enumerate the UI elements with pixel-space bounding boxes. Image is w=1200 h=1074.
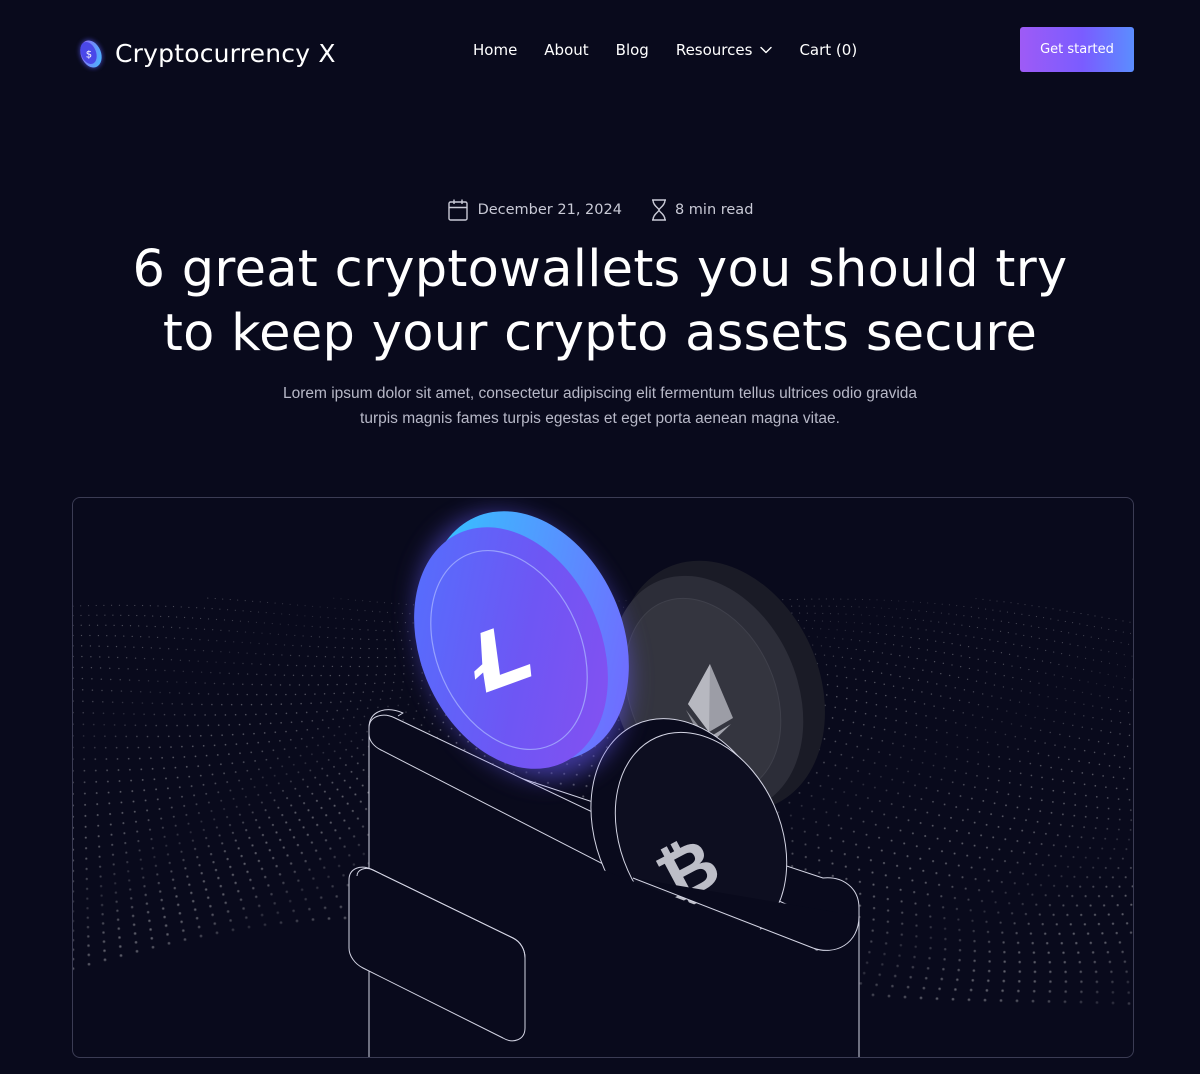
article-meta: December 21, 2024 8 min read xyxy=(0,198,1200,222)
nav-cart[interactable]: Cart (0) xyxy=(799,39,857,61)
site-header: $ Cryptocurrency X Home About Blog Resou… xyxy=(0,0,1200,100)
hourglass-icon xyxy=(651,199,666,221)
hero-image: ₿ xyxy=(72,497,1134,1058)
brand-name: Cryptocurrency X xyxy=(115,38,336,68)
main-nav: Home About Blog Resources Cart (0) xyxy=(473,39,857,61)
nav-resources[interactable]: Resources xyxy=(676,39,773,61)
coin-dollar-icon: $ xyxy=(79,39,103,69)
nav-home[interactable]: Home xyxy=(473,39,517,61)
article-date-text: December 21, 2024 xyxy=(477,202,622,218)
crypto-wallet-illustration: ₿ xyxy=(73,511,1133,1057)
nav-about[interactable]: About xyxy=(544,39,588,61)
nav-resources-label: Resources xyxy=(675,41,753,59)
article-read-time-text: 8 min read xyxy=(674,202,754,218)
nav-blog[interactable]: Blog xyxy=(616,39,649,61)
svg-text:$: $ xyxy=(86,50,92,61)
brand-logo[interactable]: $ Cryptocurrency X xyxy=(74,34,336,72)
get-started-button[interactable]: Get started xyxy=(1020,27,1134,72)
chevron-down-icon xyxy=(760,46,773,54)
article-read-time: 8 min read xyxy=(650,198,753,222)
article-subtitle: Lorem ipsum dolor sit amet, consectetur … xyxy=(282,385,918,427)
article-title: 6 great cryptowallets you should try to … xyxy=(132,240,1068,363)
calendar-icon xyxy=(447,199,468,221)
article-date: December 21, 2024 xyxy=(447,198,622,222)
